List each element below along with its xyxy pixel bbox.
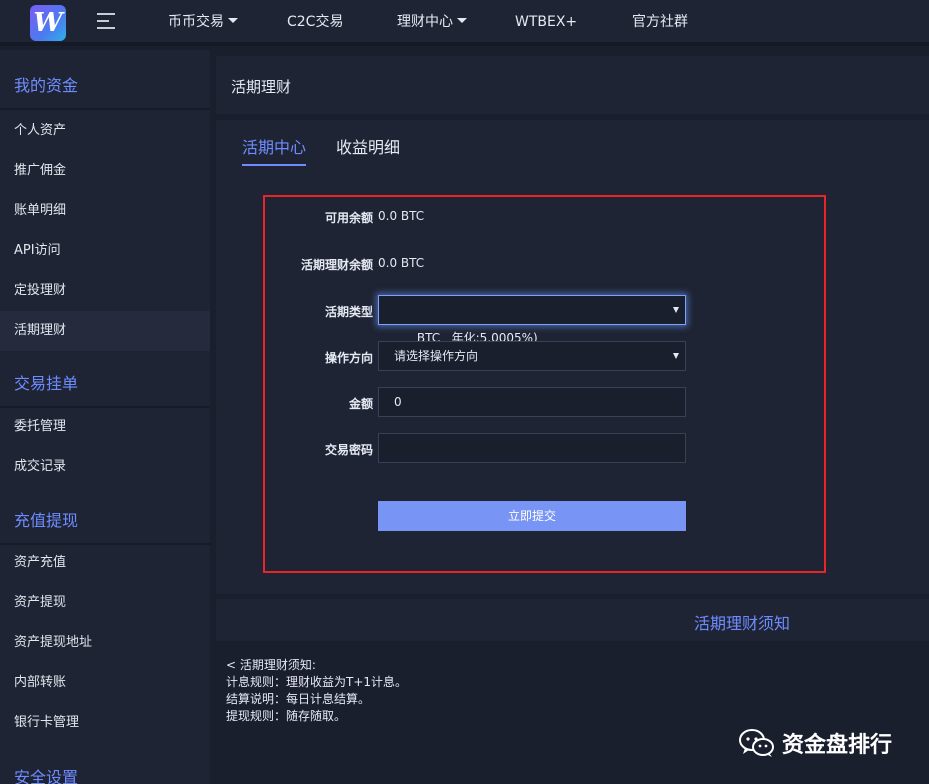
amount-label: 金额 [348, 397, 373, 411]
nav-item-official-community[interactable]: 官方社群 [632, 0, 688, 44]
notice-line: 计息规则：理财收益为T+1计息。 [226, 675, 408, 689]
sidebar-item-deposit[interactable]: 资产充值 [0, 543, 210, 583]
trade-password-input[interactable] [378, 433, 686, 463]
trade-password-label: 交易密码 [324, 443, 373, 457]
savings-type-label: 活期类型 [324, 305, 373, 319]
nav-item-finance-center[interactable]: 理财中心 [397, 0, 467, 44]
notice-title: 活期理财须知 [694, 614, 791, 633]
main-panel: 活期中心 收益明细 可用余额 0.0 BTC 活期理财余额 0.0 BTC 活期… [216, 120, 929, 594]
savings-form: 可用余额 0.0 BTC 活期理财余额 0.0 BTC 活期类型 BTC 年化:… [263, 195, 826, 573]
sidebar-item-bank-card[interactable]: 银行卡管理 [0, 703, 210, 743]
current-balance-label: 活期理财余额 [300, 258, 373, 272]
direction-select[interactable]: 请选择操作方向 [378, 341, 686, 371]
page-header: 活期理财 [216, 56, 929, 114]
sidebar-item-trade-history[interactable]: 成交记录 [0, 447, 210, 487]
notice-header: 活期理财须知 [216, 599, 929, 641]
sidebar-section-my-funds: 我的资金 [0, 50, 210, 110]
current-balance-value: 0.0 BTC [378, 256, 425, 270]
chevron-down-icon [228, 17, 238, 23]
top-nav-bar: W 币币交易 C2C交易 理财中心 WTBEX+ 官方社群 [0, 0, 929, 46]
nav-item-c2c-trading[interactable]: C2C交易 [287, 0, 343, 44]
submit-button[interactable]: 立即提交 [378, 501, 686, 531]
watermark-text: 资金盘排行 [782, 733, 893, 758]
sidebar-item-referral-commission[interactable]: 推广佣金 [0, 151, 210, 191]
sidebar-item-withdraw-address[interactable]: 资产提现地址 [0, 623, 210, 663]
amount-input[interactable]: 0 [378, 387, 686, 417]
menu-icon[interactable] [97, 12, 115, 30]
sidebar-item-bill-details[interactable]: 账单明细 [0, 191, 210, 231]
sidebar-item-flexible-savings[interactable]: 活期理财 [0, 311, 210, 351]
notice-line: 提现规则：随存随取。 [226, 709, 347, 723]
sidebar: 我的资金 个人资产 推广佣金 账单明细 API访问 定投理财 活期理财 交易挂单… [0, 50, 210, 784]
tab-earnings-details[interactable]: 收益明细 [336, 134, 400, 164]
sidebar-item-api-access[interactable]: API访问 [0, 231, 210, 271]
watermark: 资金盘排行 [738, 726, 892, 760]
chevron-down-icon [457, 17, 467, 23]
direction-label: 操作方向 [324, 351, 373, 365]
chevron-down-icon [673, 307, 679, 313]
notice-line: < 活期理财须知: [226, 658, 316, 672]
chevron-down-icon [673, 353, 679, 359]
tab-flexible-center[interactable]: 活期中心 [242, 134, 307, 166]
sidebar-section-deposit-withdraw: 充值提现 [0, 485, 210, 545]
available-balance-value: 0.0 BTC [378, 209, 425, 223]
sidebar-item-fixed-investment[interactable]: 定投理财 [0, 271, 210, 311]
page-title: 活期理财 [231, 78, 292, 96]
nav-item-spot-trading[interactable]: 币币交易 [168, 0, 238, 44]
available-balance-label: 可用余额 [324, 211, 373, 225]
sidebar-item-personal-assets[interactable]: 个人资产 [0, 111, 210, 151]
nav-item-wtbex-plus[interactable]: WTBEX+ [515, 0, 577, 44]
savings-type-select[interactable]: BTC 年化:5.0005%) [378, 295, 686, 345]
sidebar-item-order-management[interactable]: 委托管理 [0, 407, 210, 447]
sidebar-item-withdraw[interactable]: 资产提现 [0, 583, 210, 623]
sidebar-section-orders: 交易挂单 [0, 348, 210, 408]
wechat-icon [739, 729, 774, 757]
sidebar-section-security[interactable]: 安全设置 [0, 742, 210, 784]
logo-icon[interactable]: W [30, 5, 66, 41]
notice-line: 结算说明：每日计息结算。 [226, 692, 371, 706]
sidebar-item-internal-transfer[interactable]: 内部转账 [0, 663, 210, 703]
